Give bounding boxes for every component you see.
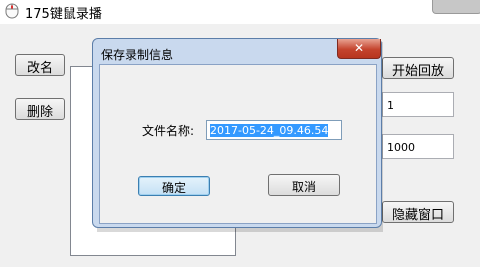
window-title: 175键鼠录播	[25, 7, 102, 22]
hide-window-button[interactable]: 隐藏窗口	[382, 201, 454, 223]
playback-interval-input[interactable]: 1000	[382, 134, 454, 159]
start-playback-button[interactable]: 开始回放	[382, 57, 454, 79]
dialog-title: 保存录制信息	[101, 48, 174, 62]
delete-button[interactable]: 删除	[15, 98, 65, 120]
cancel-button[interactable]: 取消	[268, 174, 340, 196]
title-bar: 175键鼠录播	[0, 0, 480, 24]
filename-input[interactable]: 2017-05-24_09.46.54	[206, 120, 342, 140]
window-close-button[interactable]	[432, 0, 480, 14]
dialog-body: 文件名称: 2017-05-24_09.46.54 确定 取消	[99, 64, 377, 224]
rename-button[interactable]: 改名	[15, 54, 65, 76]
dialog-close-button[interactable]: ✕	[337, 39, 381, 59]
mouse-icon	[5, 3, 19, 19]
close-icon: ✕	[353, 41, 365, 55]
filename-label: 文件名称:	[142, 124, 195, 138]
playback-count-input[interactable]: 1	[382, 92, 454, 117]
filename-value: 2017-05-24_09.46.54	[210, 124, 329, 137]
save-recording-dialog: 保存录制信息 ✕ 文件名称: 2017-05-24_09.46.54 确定 取消	[92, 38, 382, 228]
ok-button[interactable]: 确定	[138, 176, 210, 196]
